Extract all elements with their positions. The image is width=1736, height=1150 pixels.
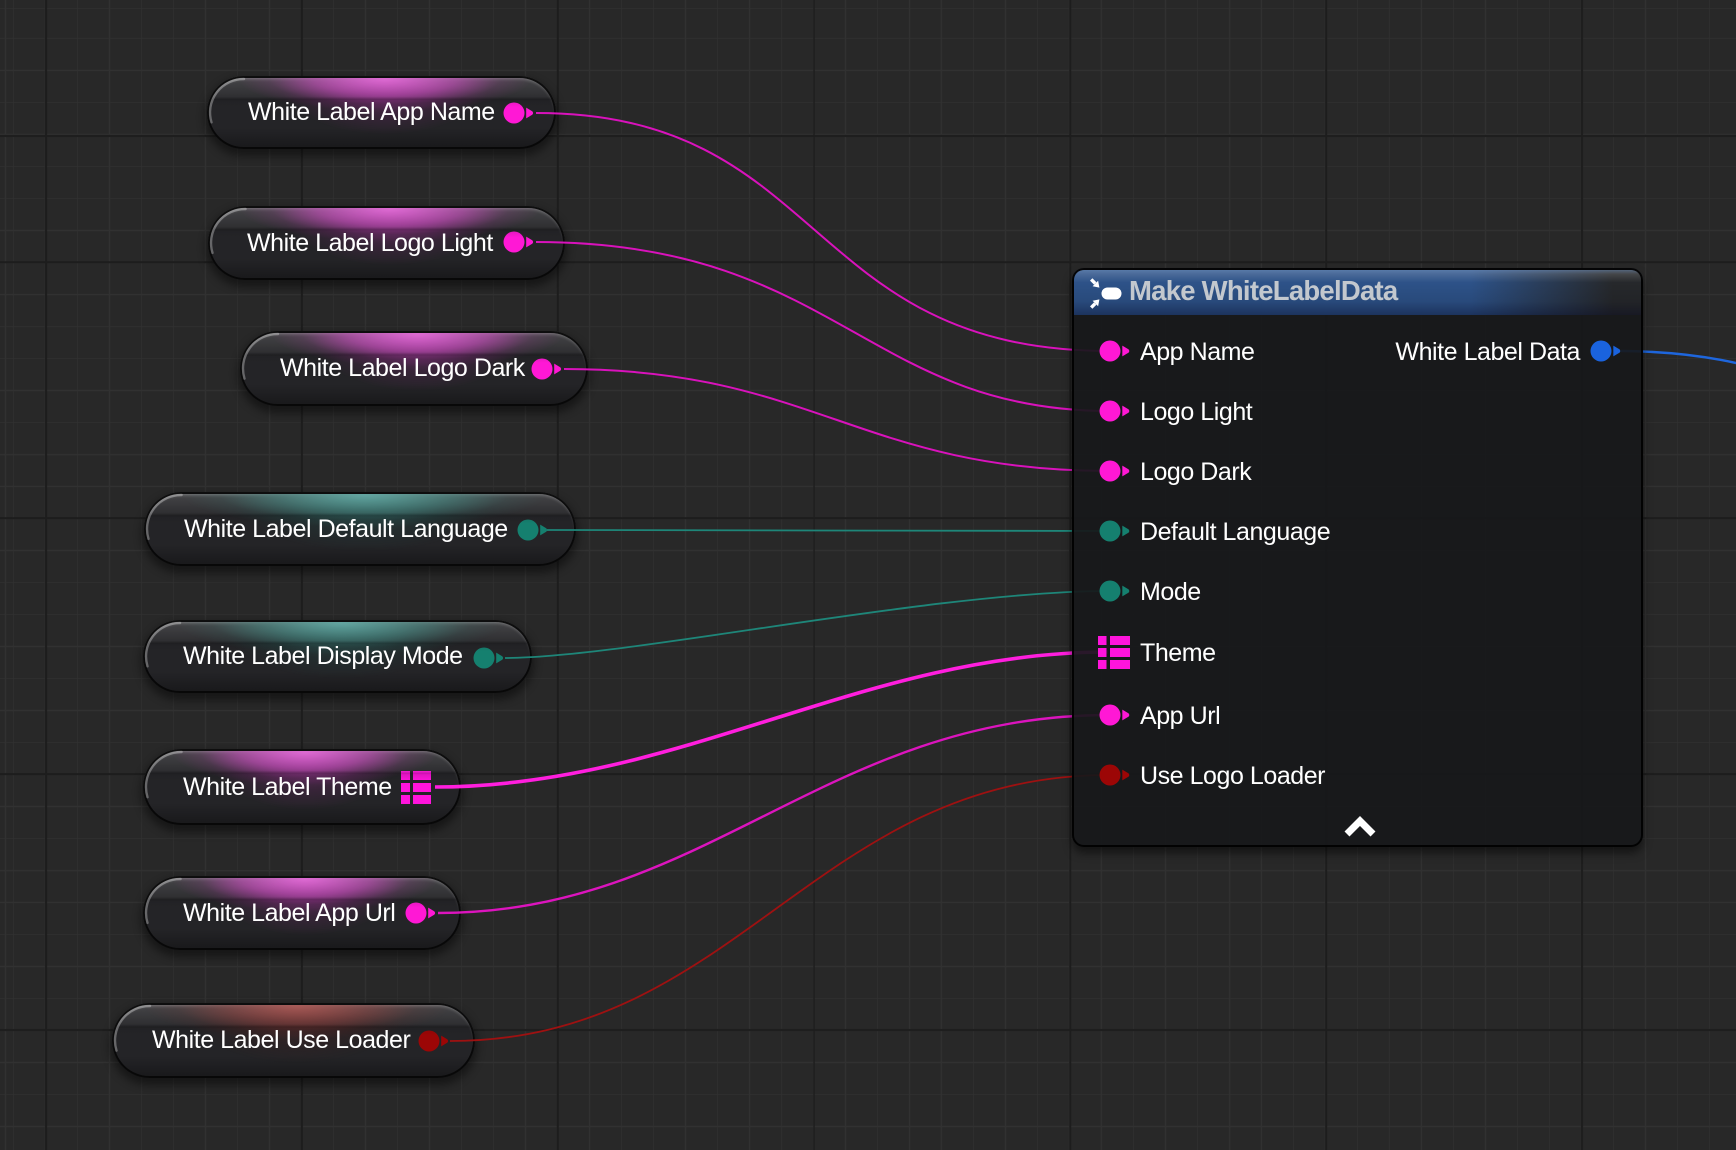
svg-text:White Label Data: White Label Data: [1395, 338, 1580, 366]
svg-text:Logo Light: Logo Light: [1140, 398, 1253, 426]
svg-text:Use Logo Loader: Use Logo Loader: [1140, 762, 1325, 790]
svg-text:App Name: App Name: [1140, 338, 1255, 366]
svg-text:Logo Dark: Logo Dark: [1140, 458, 1252, 486]
svg-text:App Url: App Url: [1140, 702, 1220, 730]
svg-text:Theme: Theme: [1140, 639, 1216, 667]
svg-text:Default Language: Default Language: [1140, 518, 1330, 546]
svg-text:Mode: Mode: [1140, 578, 1201, 606]
